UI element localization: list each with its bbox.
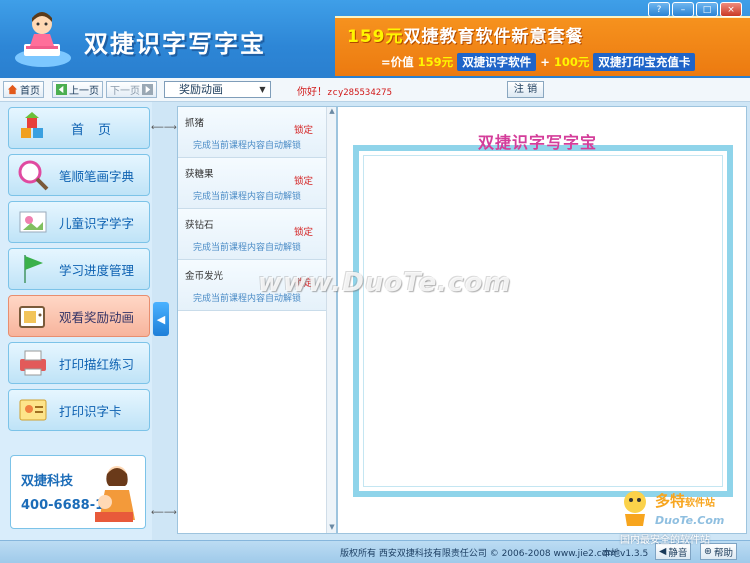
list-item[interactable]: 获糖果 锁定 完成当前课程内容自动解锁	[178, 158, 327, 209]
copyright-text: 版权所有 西安双捷科技有限责任公司 © 2006-2008 www.jie2.c…	[340, 549, 616, 559]
triangle-left-icon: ◀	[156, 312, 166, 326]
lock-status: 锁定	[293, 227, 313, 238]
preview-frame	[353, 145, 733, 497]
duote-corner-logo: 多特软件站 DuoTe.Com 国内最安全的软件站	[615, 486, 750, 546]
window-controls: ? – □ ×	[648, 2, 742, 17]
nav-reward-animation[interactable]: 观看奖励动画	[8, 295, 150, 337]
nav-home[interactable]: 首页	[8, 107, 150, 149]
flag-icon	[24, 255, 43, 283]
corner-brand: 多特软件站	[655, 492, 716, 510]
nav-print-cards[interactable]: 打印识字卡	[8, 389, 150, 431]
promo-company: 双捷科技	[21, 474, 74, 489]
splitter-bottom-handle[interactable]: ⟵⟶	[151, 508, 177, 518]
nav-print-tracing[interactable]: 打印描红练习	[8, 342, 150, 384]
arrow-right-icon	[142, 84, 153, 95]
list-item[interactable]: 获钻石 锁定 完成当前课程内容自动解锁	[178, 209, 327, 260]
app-header: 双捷识字写字宝 159元双捷教育软件新意套餐 =价值 159元 双捷识字软件 +…	[0, 0, 750, 78]
animation-preview: 双捷识字写字宝	[337, 106, 747, 534]
magnifier-icon	[18, 160, 49, 191]
promo-banner[interactable]: 159元双捷教育软件新意套餐 =价值 159元 双捷识字软件 + 100元 双捷…	[335, 16, 750, 76]
banner-subline: =价值 159元 双捷识字软件 + 100元 双捷打印宝充值卡	[381, 53, 696, 71]
arrow-left-icon	[56, 84, 67, 95]
reward-desc: 完成当前课程内容自动解锁	[193, 141, 302, 151]
logout-button[interactable]: 注 销	[507, 81, 544, 98]
reward-name: 获钻石	[185, 220, 214, 231]
username: zcy285534275	[327, 88, 393, 98]
reward-list-panel: 抓猪 锁定 完成当前课程内容自动解锁 获糖果 锁定 完成当前课程内容自动解锁 获…	[177, 106, 337, 534]
blocks-icon	[21, 112, 43, 138]
prev-page-button[interactable]: 上一页	[52, 81, 103, 98]
version-text: 本地v1.3.5	[602, 549, 649, 559]
scroll-up-icon[interactable]: ▲	[327, 107, 337, 117]
contact-promo: 双捷科技 400-6688-186	[10, 455, 146, 529]
help-window-button[interactable]: ?	[648, 2, 670, 17]
maximize-button[interactable]: □	[696, 2, 718, 17]
section-select[interactable]: 奖励动画 ▼	[164, 81, 271, 98]
preview-canvas	[363, 155, 723, 487]
close-button[interactable]: ×	[720, 2, 742, 17]
list-scrollbar[interactable]: ▲ ▼	[326, 107, 336, 533]
home-button[interactable]: 首页	[3, 81, 44, 98]
reward-name: 金币发光	[185, 271, 224, 282]
minimize-button[interactable]: –	[672, 2, 694, 17]
reward-desc: 完成当前课程内容自动解锁	[193, 192, 302, 202]
mascot-icon	[624, 491, 646, 526]
mother-child-reading-icon	[95, 466, 135, 522]
corner-tagline: 国内最安全的软件站	[620, 535, 710, 546]
left-navigation: 首页 笔顺笔画字典 儿童识字学字 学习进度管理 观看奖励动画 打印描红练习 打印…	[0, 102, 152, 540]
reward-name: 抓猪	[185, 118, 205, 129]
tv-icon	[19, 306, 45, 328]
next-page-button[interactable]: 下一页	[106, 81, 157, 98]
chevron-down-icon: ▼	[259, 85, 266, 94]
printer-icon	[20, 350, 46, 376]
scroll-down-icon[interactable]: ▼	[327, 523, 337, 533]
nav-stroke-dictionary[interactable]: 笔顺笔画字典	[8, 154, 150, 196]
nav-progress[interactable]: 学习进度管理	[8, 248, 150, 290]
child-reading-logo-icon	[15, 12, 71, 67]
help-icon: ⊛	[704, 546, 712, 557]
app-title: 双捷识字写字宝	[84, 29, 266, 58]
speaker-icon: ◀	[659, 546, 667, 557]
card-icon	[19, 399, 47, 421]
toolbar: 首页 上一页 下一页 奖励动画 ▼ 你好！zcy285534275 注 销	[0, 78, 750, 102]
splitter-top-handle[interactable]: ⟵⟶	[151, 123, 177, 133]
nav-child-literacy[interactable]: 儿童识字学字	[8, 201, 150, 243]
home-icon	[7, 84, 18, 95]
preview-title: 双捷识字写字宝	[478, 133, 598, 152]
corner-site: DuoTe.Com	[655, 514, 725, 527]
list-item[interactable]: 抓猪 锁定 完成当前课程内容自动解锁	[178, 107, 327, 158]
picture-card-icon	[19, 211, 47, 233]
reward-desc: 完成当前课程内容自动解锁	[193, 243, 302, 253]
reward-name: 获糖果	[185, 169, 214, 180]
lock-status: 锁定	[293, 125, 313, 136]
banner-headline: 159元双捷教育软件新意套餐	[347, 27, 584, 47]
user-greeting: 你好！zcy285534275	[297, 87, 393, 98]
collapse-panel-button[interactable]: ◀	[153, 302, 169, 336]
lock-status: 锁定	[293, 176, 313, 187]
watermark: www.DuoTe.com	[258, 268, 512, 298]
